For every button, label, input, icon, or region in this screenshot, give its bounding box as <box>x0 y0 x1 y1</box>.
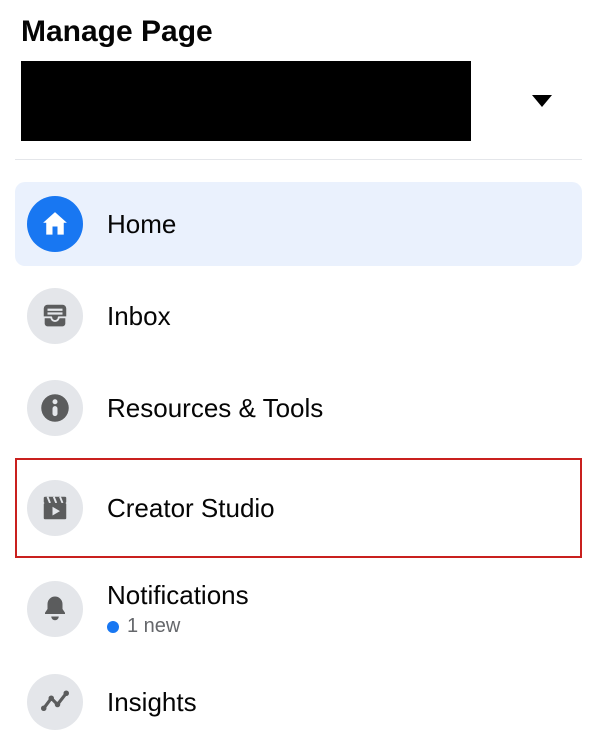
badge-text: 1 new <box>127 615 180 638</box>
info-icon <box>27 380 83 436</box>
sidebar-nav: Home Inbox Resources & Tools <box>15 182 582 744</box>
bell-icon <box>27 581 83 637</box>
nav-item-resources[interactable]: Resources & Tools <box>15 366 582 450</box>
page-name-block <box>21 61 471 141</box>
inbox-icon <box>27 288 83 344</box>
badge-dot-icon <box>107 621 119 633</box>
page-selector[interactable] <box>15 61 582 141</box>
nav-label-inbox: Inbox <box>107 301 171 332</box>
nav-label-notifications: Notifications <box>107 580 249 611</box>
nav-item-creator-studio[interactable]: Creator Studio <box>15 458 582 558</box>
nav-label-home: Home <box>107 209 176 240</box>
notifications-badge: 1 new <box>107 615 249 638</box>
insights-icon <box>27 674 83 730</box>
home-icon <box>27 196 83 252</box>
page-title: Manage Page <box>21 15 582 49</box>
nav-item-inbox[interactable]: Inbox <box>15 274 582 358</box>
nav-item-insights[interactable]: Insights <box>15 660 582 744</box>
nav-item-notifications[interactable]: Notifications 1 new <box>15 566 582 652</box>
nav-label-insights: Insights <box>107 687 197 718</box>
caret-down-icon <box>532 95 552 107</box>
clapperboard-icon <box>27 480 83 536</box>
nav-label-resources: Resources & Tools <box>107 393 323 424</box>
divider <box>15 159 582 160</box>
nav-label-creator-studio: Creator Studio <box>107 493 275 524</box>
nav-item-home[interactable]: Home <box>15 182 582 266</box>
